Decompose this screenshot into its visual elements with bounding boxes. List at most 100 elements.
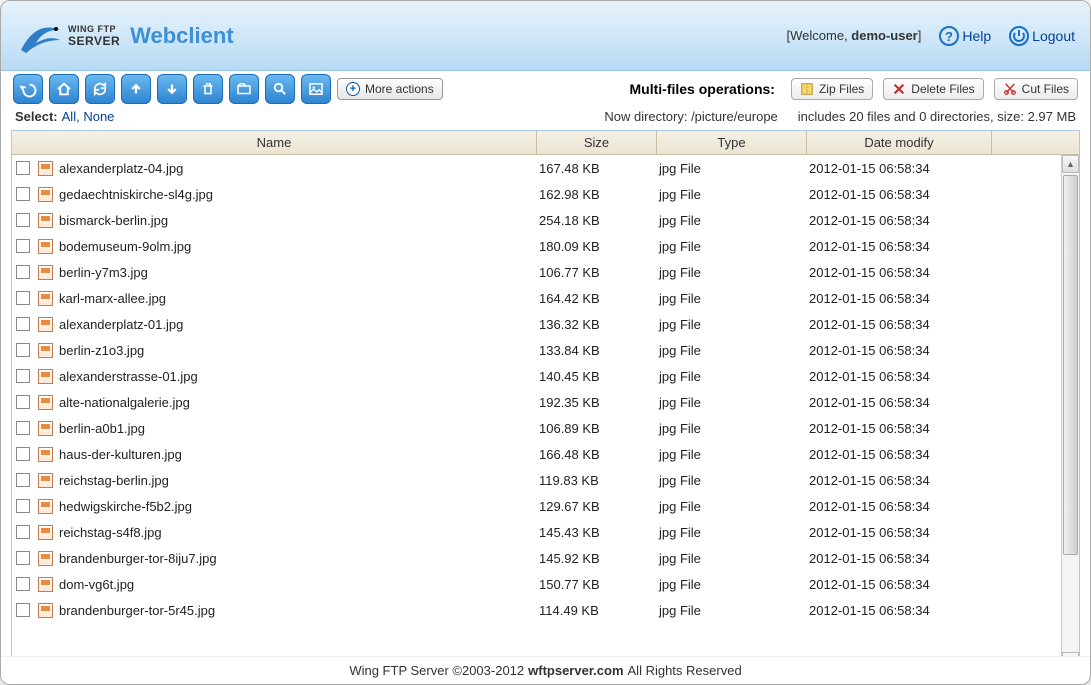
- select-all-link[interactable]: All: [62, 109, 76, 124]
- file-type: jpg File: [659, 421, 809, 436]
- row-checkbox[interactable]: [16, 187, 30, 201]
- delete-icon: [892, 82, 906, 96]
- table-row[interactable]: reichstag-s4f8.jpg145.43 KBjpg File2012-…: [12, 519, 1061, 545]
- file-name: dom-vg6t.jpg: [59, 577, 539, 592]
- footer: Wing FTP Server ©2003-2012 wftpserver.co…: [1, 656, 1090, 684]
- row-checkbox[interactable]: [16, 551, 30, 565]
- table-row[interactable]: bismarck-berlin.jpg254.18 KBjpg File2012…: [12, 207, 1061, 233]
- table-row[interactable]: haus-der-kulturen.jpg166.48 KBjpg File20…: [12, 441, 1061, 467]
- file-type: jpg File: [659, 369, 809, 384]
- row-checkbox[interactable]: [16, 239, 30, 253]
- file-size: 150.77 KB: [539, 577, 659, 592]
- col-type[interactable]: Type: [657, 131, 807, 154]
- select-none-link[interactable]: None: [83, 109, 114, 124]
- download-button[interactable]: [157, 74, 187, 104]
- file-name: reichstag-s4f8.jpg: [59, 525, 539, 540]
- row-checkbox[interactable]: [16, 291, 30, 305]
- table-row[interactable]: gedaechtniskirche-sl4g.jpg162.98 KBjpg F…: [12, 181, 1061, 207]
- cut-files-button[interactable]: Cut Files: [994, 78, 1078, 100]
- file-type: jpg File: [659, 525, 809, 540]
- file-size: 119.83 KB: [539, 473, 659, 488]
- file-date: 2012-01-15 06:58:34: [809, 473, 994, 488]
- file-name: alte-nationalgalerie.jpg: [59, 395, 539, 410]
- file-name: karl-marx-allee.jpg: [59, 291, 539, 306]
- delete-files-button[interactable]: Delete Files: [883, 78, 983, 100]
- file-icon: [38, 421, 53, 436]
- table-row[interactable]: karl-marx-allee.jpg164.42 KBjpg File2012…: [12, 285, 1061, 311]
- now-directory: Now directory: /picture/europe: [604, 109, 777, 124]
- logout-link[interactable]: Logout: [1009, 26, 1075, 46]
- col-size[interactable]: Size: [537, 131, 657, 154]
- back-button[interactable]: [13, 74, 43, 104]
- file-icon: [38, 187, 53, 202]
- table-row[interactable]: bodemuseum-9olm.jpg180.09 KBjpg File2012…: [12, 233, 1061, 259]
- help-link[interactable]: ? Help: [939, 26, 991, 46]
- row-checkbox[interactable]: [16, 603, 30, 617]
- new-folder-button[interactable]: [229, 74, 259, 104]
- scroll-thumb[interactable]: [1063, 175, 1078, 555]
- row-checkbox[interactable]: [16, 265, 30, 279]
- table-row[interactable]: alexanderplatz-01.jpg136.32 KBjpg File20…: [12, 311, 1061, 337]
- upload-button[interactable]: [121, 74, 151, 104]
- welcome-text: [Welcome, demo-user]: [787, 28, 922, 43]
- file-name: hedwigskirche-f5b2.jpg: [59, 499, 539, 514]
- file-name: brandenburger-tor-5r45.jpg: [59, 603, 539, 618]
- home-button[interactable]: [49, 74, 79, 104]
- logo-text: WING FTP SERVER: [68, 24, 120, 48]
- file-size: 145.92 KB: [539, 551, 659, 566]
- file-name: reichstag-berlin.jpg: [59, 473, 539, 488]
- table-row[interactable]: brandenburger-tor-8iju7.jpg145.92 KBjpg …: [12, 545, 1061, 571]
- col-date[interactable]: Date modify: [807, 131, 992, 154]
- row-checkbox[interactable]: [16, 317, 30, 331]
- row-checkbox[interactable]: [16, 395, 30, 409]
- table-row[interactable]: hedwigskirche-f5b2.jpg129.67 KBjpg File2…: [12, 493, 1061, 519]
- row-checkbox[interactable]: [16, 473, 30, 487]
- more-actions-button[interactable]: + More actions: [337, 78, 443, 100]
- row-checkbox[interactable]: [16, 525, 30, 539]
- file-date: 2012-01-15 06:58:34: [809, 161, 994, 176]
- file-icon: [38, 603, 53, 618]
- file-size: 140.45 KB: [539, 369, 659, 384]
- file-date: 2012-01-15 06:58:34: [809, 525, 994, 540]
- table-row[interactable]: alexanderplatz-04.jpg167.48 KBjpg File20…: [12, 155, 1061, 181]
- row-checkbox[interactable]: [16, 447, 30, 461]
- thumbnail-button[interactable]: [301, 74, 331, 104]
- file-icon: [38, 369, 53, 384]
- file-icon: [38, 551, 53, 566]
- col-spacer: [992, 131, 1044, 154]
- zip-files-button[interactable]: Zip Files: [791, 78, 873, 100]
- row-checkbox[interactable]: [16, 161, 30, 175]
- table-row[interactable]: alexanderstrasse-01.jpg140.45 KBjpg File…: [12, 363, 1061, 389]
- refresh-button[interactable]: [85, 74, 115, 104]
- file-date: 2012-01-15 06:58:34: [809, 551, 994, 566]
- table-row[interactable]: berlin-z1o3.jpg133.84 KBjpg File2012-01-…: [12, 337, 1061, 363]
- table-row[interactable]: alte-nationalgalerie.jpg192.35 KBjpg Fil…: [12, 389, 1061, 415]
- file-size: 192.35 KB: [539, 395, 659, 410]
- row-checkbox[interactable]: [16, 577, 30, 591]
- file-date: 2012-01-15 06:58:34: [809, 291, 994, 306]
- logout-icon: [1009, 26, 1029, 46]
- row-checkbox[interactable]: [16, 369, 30, 383]
- table-row[interactable]: dom-vg6t.jpg150.77 KBjpg File2012-01-15 …: [12, 571, 1061, 597]
- row-checkbox[interactable]: [16, 213, 30, 227]
- vertical-scrollbar[interactable]: ▲ ▼: [1061, 155, 1079, 670]
- row-checkbox[interactable]: [16, 343, 30, 357]
- zip-icon: [800, 82, 814, 96]
- col-name[interactable]: Name: [12, 131, 537, 154]
- file-name: berlin-y7m3.jpg: [59, 265, 539, 280]
- table-row[interactable]: brandenburger-tor-5r45.jpg114.49 KBjpg F…: [12, 597, 1061, 623]
- row-checkbox[interactable]: [16, 421, 30, 435]
- delete-button[interactable]: [193, 74, 223, 104]
- search-button[interactable]: [265, 74, 295, 104]
- file-type: jpg File: [659, 577, 809, 592]
- file-type: jpg File: [659, 239, 809, 254]
- file-name: berlin-z1o3.jpg: [59, 343, 539, 358]
- row-checkbox[interactable]: [16, 499, 30, 513]
- file-size: 162.98 KB: [539, 187, 659, 202]
- table-row[interactable]: berlin-y7m3.jpg106.77 KBjpg File2012-01-…: [12, 259, 1061, 285]
- file-size: 145.43 KB: [539, 525, 659, 540]
- table-row[interactable]: berlin-a0b1.jpg106.89 KBjpg File2012-01-…: [12, 415, 1061, 441]
- table-row[interactable]: reichstag-berlin.jpg119.83 KBjpg File201…: [12, 467, 1061, 493]
- scroll-up-button[interactable]: ▲: [1062, 155, 1079, 173]
- file-size: 164.42 KB: [539, 291, 659, 306]
